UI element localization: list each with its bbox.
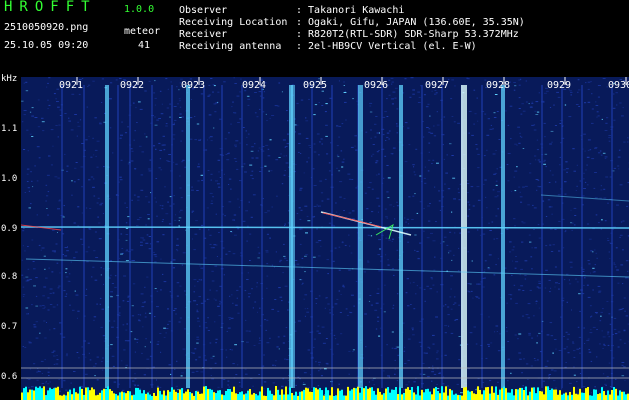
interference-stripe	[61, 85, 63, 388]
spectrogram-plot	[21, 77, 629, 400]
carrier-trace	[21, 226, 629, 229]
info-key-observer: Observer	[179, 5, 228, 16]
spectrogram-background	[21, 77, 629, 400]
file-name: 2510050920.png	[4, 22, 89, 33]
y-tick-0-7: 0.7	[1, 322, 18, 332]
time-tick-label-0926: 0926	[364, 80, 389, 91]
info-key-antenna: Receiving antenna	[179, 41, 282, 52]
interference-stripe	[481, 85, 483, 388]
interference-stripe	[611, 85, 613, 388]
time-tick-label-0921: 0921	[59, 80, 84, 91]
info-key-receiver: Receiver	[179, 29, 228, 40]
interference-stripe	[331, 85, 333, 388]
app-logo: HROFFT	[4, 0, 97, 15]
meteor-label: meteor	[124, 26, 161, 37]
header-panel: HROFFT 1.0.0 2510050920.png meteor 25.10…	[0, 0, 629, 73]
info-key-location: Receiving Location	[179, 17, 288, 28]
info-value-antenna: : 2el-HB9CV Vertical (el. E-W)	[296, 41, 477, 52]
info-value-receiver: : R820T2(RTL-SDR) SDR-Sharp 53.372MHz	[296, 29, 519, 40]
time-tick-label-0930: 0930	[608, 80, 629, 91]
observation-datetime: 25.10.05 09:20	[4, 40, 89, 51]
info-value-location: : Ogaki, Gifu, JAPAN (136.60E, 35.35N)	[296, 17, 525, 28]
interference-stripe	[381, 85, 383, 388]
interference-stripe	[561, 85, 563, 388]
interference-stripe	[171, 85, 173, 388]
y-tick-1-0: 1.0	[1, 174, 18, 184]
strong-stripe-0926	[358, 85, 363, 388]
interference-stripe	[203, 85, 205, 388]
interference-stripe	[581, 85, 583, 388]
time-tick-label-0929: 0929	[547, 80, 572, 91]
interference-stripe	[221, 85, 223, 388]
y-tick-0-6: 0.6	[1, 372, 18, 382]
strong-stripe-0927	[461, 85, 467, 388]
interference-stripe	[311, 85, 313, 388]
interference-stripe	[83, 85, 85, 388]
time-tick-label-0924: 0924	[242, 80, 267, 91]
meteor-count: 41	[138, 40, 151, 51]
time-tick-label-0922: 0922	[120, 80, 145, 91]
y-tick-1-1: 1.1	[1, 124, 18, 134]
strong-stripe-0925	[291, 85, 295, 388]
time-tick-label-0927: 0927	[425, 80, 450, 91]
interference-stripe	[117, 85, 119, 388]
interference-stripe	[441, 85, 443, 388]
interference-stripe	[501, 85, 505, 388]
interference-stripe	[261, 85, 263, 388]
interference-stripe	[105, 85, 109, 388]
interference-stripe	[399, 85, 403, 388]
interference-stripe	[421, 85, 423, 388]
y-tick-0-9: 0.9	[1, 224, 18, 234]
y-axis-unit: kHz	[1, 74, 18, 84]
interference-stripe	[186, 85, 190, 388]
interference-stripe	[129, 85, 131, 388]
info-value-observer: : Takanori Kawachi	[296, 5, 405, 16]
interference-stripe	[541, 85, 543, 388]
interference-stripe	[151, 85, 153, 388]
time-tick-label-0928: 0928	[486, 80, 511, 91]
y-tick-0-8: 0.8	[1, 272, 18, 282]
time-tick-label-0923: 0923	[181, 80, 206, 91]
time-tick-label-0925: 0925	[303, 80, 328, 91]
app-version: 1.0.0	[124, 4, 155, 15]
interference-stripe	[241, 85, 243, 388]
